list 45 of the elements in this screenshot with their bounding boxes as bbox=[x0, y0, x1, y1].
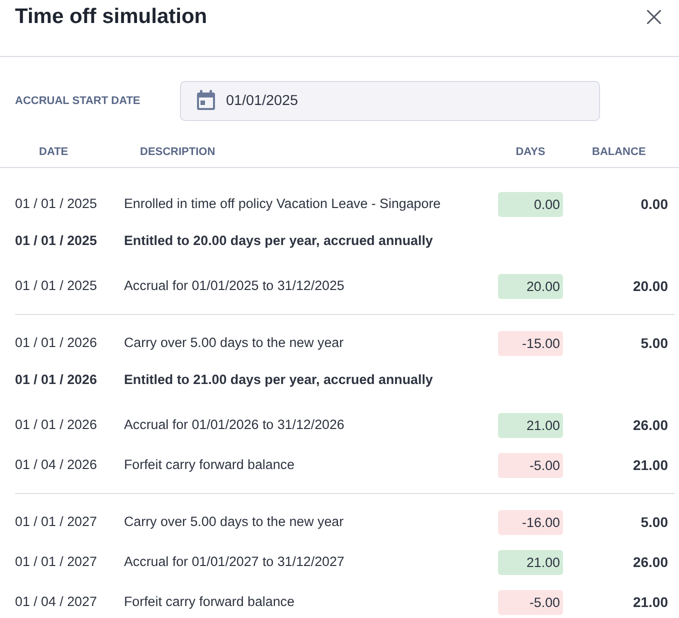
days-amount: -5.00 bbox=[498, 590, 563, 614]
days-amount: -16.00 bbox=[498, 510, 563, 534]
days-amount: -5.00 bbox=[498, 452, 563, 478]
balance-amount: 5.00 bbox=[640, 512, 668, 532]
balance-amount: 5.00 bbox=[640, 334, 668, 352]
entitlement-date: 01 / 01 / 2026 bbox=[15, 371, 98, 389]
field-label: ACCRUAL START DATE bbox=[15, 94, 142, 109]
balance-amount: 21.00 bbox=[632, 592, 668, 612]
entry-description: Forfeit carry forward balance bbox=[124, 593, 296, 611]
entry-date: 01 / 01 / 2027 bbox=[15, 553, 98, 571]
entitlement-date: 01 / 01 / 2025 bbox=[15, 232, 98, 250]
column-header: DESCRIPTION bbox=[139, 144, 216, 160]
entitlement-text: Entitled to 21.00 days per year, accrued annually bbox=[124, 371, 434, 389]
days-amount: 21.00 bbox=[498, 412, 563, 438]
entry-date: 01 / 04 / 2026 bbox=[15, 456, 98, 474]
balance-amount: 21.00 bbox=[632, 456, 668, 474]
days-amount: 21.00 bbox=[498, 550, 563, 574]
entitlement-text: Entitled to 20.00 days per year, accrued annually bbox=[124, 232, 434, 250]
entry-description: Carry over 5.00 days to the new year bbox=[124, 334, 345, 352]
column-header: DAYS bbox=[516, 144, 546, 160]
close-icon[interactable] bbox=[647, 10, 661, 24]
entry-date: 01 / 01 / 2026 bbox=[15, 334, 98, 352]
balance-amount: 0.00 bbox=[640, 194, 668, 214]
column-header: BALANCE bbox=[591, 144, 647, 160]
days-amount: -15.00 bbox=[498, 330, 563, 356]
column-header: DATE bbox=[38, 144, 70, 160]
balance-amount: 20.00 bbox=[632, 276, 668, 296]
entry-description: Forfeit carry forward balance bbox=[124, 456, 296, 474]
entry-date: 01 / 01 / 2026 bbox=[15, 416, 98, 434]
entry-description: Carry over 5.00 days to the new year bbox=[124, 513, 345, 531]
balance-amount: 26.00 bbox=[632, 552, 668, 572]
calendar-icon bbox=[197, 90, 215, 110]
entry-date: 01 / 01 / 2025 bbox=[15, 277, 98, 295]
entry-description: Enrolled in time off policy Vacation Leave - Singapore bbox=[124, 195, 442, 213]
entry-date: 01 / 04 / 2027 bbox=[15, 593, 98, 611]
entry-date: 01 / 01 / 2027 bbox=[15, 513, 98, 531]
entry-date: 01 / 01 / 2025 bbox=[15, 195, 98, 213]
entry-description: Accrual for 01/01/2025 to 31/12/2025 bbox=[124, 277, 346, 295]
days-amount: 0.00 bbox=[498, 192, 563, 216]
days-amount: 20.00 bbox=[498, 274, 563, 298]
balance-amount: 26.00 bbox=[632, 416, 668, 434]
date-field[interactable]: 01/01/2025 bbox=[180, 81, 600, 121]
entry-description: Accrual for 01/01/2026 to 31/12/2026 bbox=[124, 416, 346, 434]
dialog-title: Time off simulation bbox=[15, 4, 208, 30]
entry-description: Accrual for 01/01/2027 to 31/12/2027 bbox=[124, 553, 346, 571]
